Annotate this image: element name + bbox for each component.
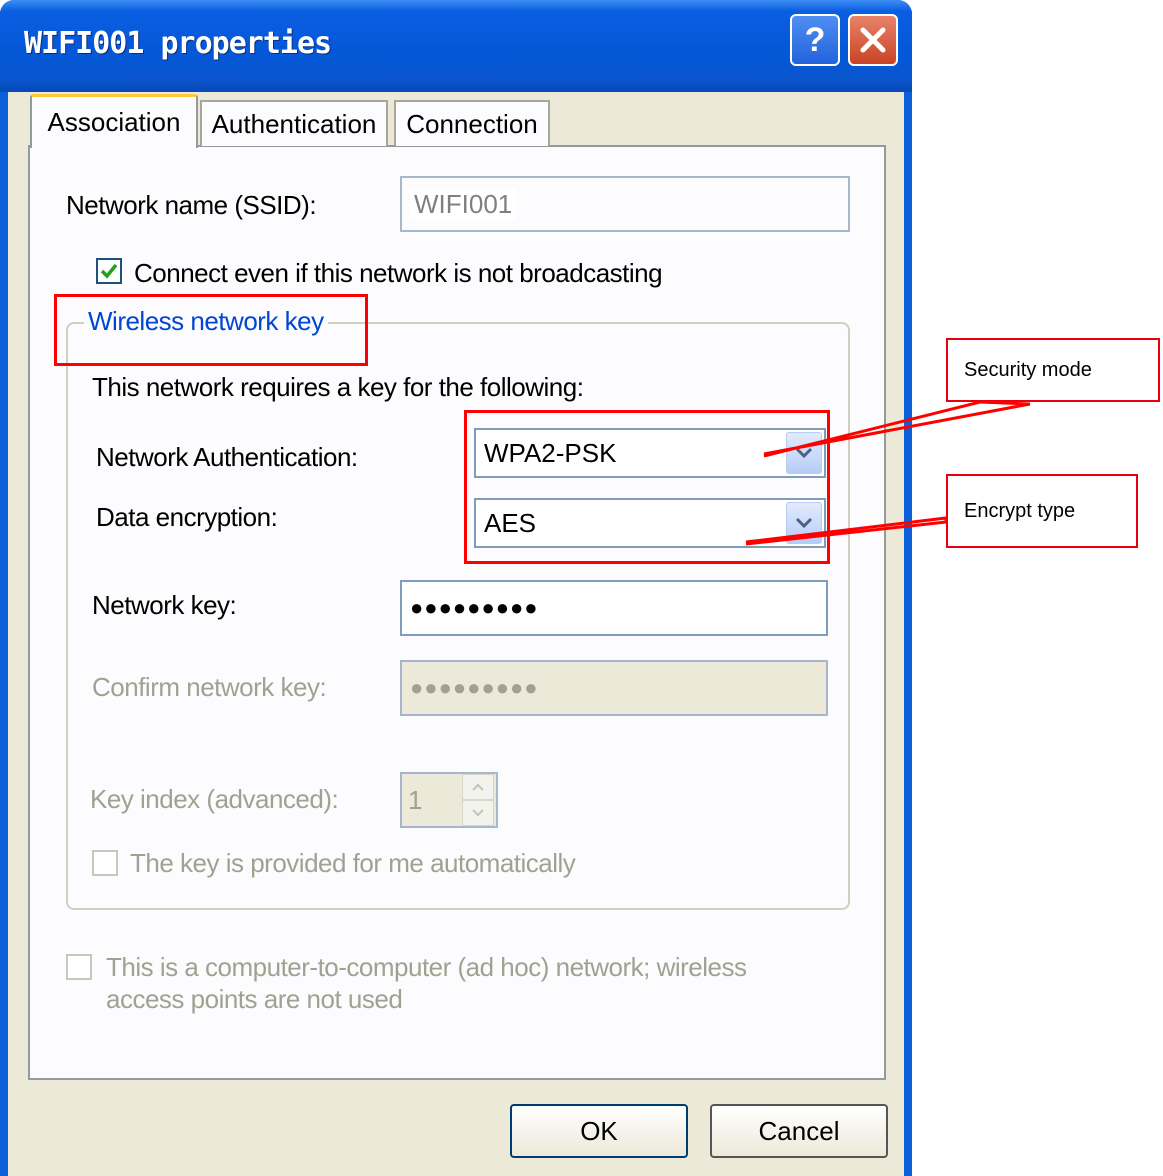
tab-label: Association [47, 107, 181, 137]
encrypt-type-leader [745, 516, 948, 546]
annotation-leader-lines [745, 400, 1031, 546]
tab-association[interactable]: Association [30, 94, 198, 148]
security-mode-leader [763, 400, 1031, 458]
